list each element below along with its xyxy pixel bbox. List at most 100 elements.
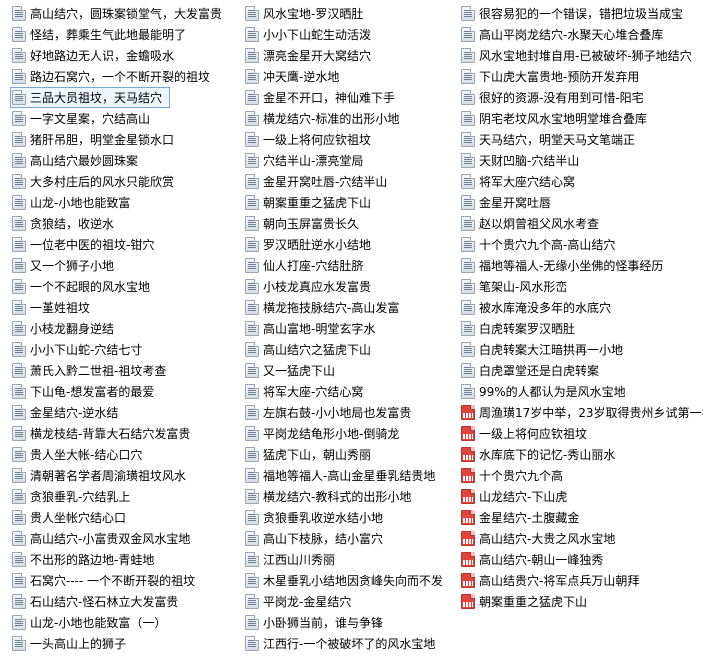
file-name-label: 横龙拖技脉结穴-高山发富: [263, 300, 400, 315]
document-file-item[interactable]: 金星不开口，神仙难下手: [243, 87, 463, 108]
audio-file-item[interactable]: 金星结穴-土腹藏金: [459, 507, 704, 528]
document-file-item[interactable]: 小小下山蛇-穴结七寸: [10, 339, 234, 360]
document-file-item[interactable]: 一位老中医的祖坟-钳穴: [10, 234, 234, 255]
document-file-item[interactable]: 金星开窝吐唇: [459, 192, 704, 213]
document-file-item[interactable]: 风水宝地-罗汉晒肚: [243, 3, 463, 24]
document-file-item[interactable]: 将军大座-穴结心窝: [243, 381, 463, 402]
document-file-item[interactable]: 白虎转案大江暗拱再一小地: [459, 339, 704, 360]
audio-file-item[interactable]: 山龙结穴-下山虎: [459, 486, 704, 507]
document-file-item[interactable]: 又一猛虎下山: [243, 360, 463, 381]
document-file-item[interactable]: 江西山川秀丽: [243, 549, 463, 570]
document-icon: [245, 447, 259, 462]
document-file-item[interactable]: 又一个狮子小地: [10, 255, 234, 276]
document-file-item[interactable]: 漂亮金星开大窝结穴: [243, 45, 463, 66]
document-file-item[interactable]: 很容易犯的一个错误，错把垃圾当成宝: [459, 3, 704, 24]
document-file-item[interactable]: 下山虎大富贵地-预防开发弃用: [459, 66, 704, 87]
audio-file-item[interactable]: 周渔璜17岁中举，23岁取得贵州乡试第一名: [459, 402, 704, 423]
document-file-item[interactable]: 穴结半山-漂亮堂局: [243, 150, 463, 171]
document-file-item[interactable]: 很好的资源-没有用到可惜-阳宅: [459, 87, 704, 108]
document-file-item[interactable]: 一头高山上的狮子: [10, 633, 234, 654]
audio-file-item[interactable]: 一级上将何应钦祖坟: [459, 423, 704, 444]
document-file-item[interactable]: 好地路边无人识，金蟾吸水: [10, 45, 234, 66]
document-file-item[interactable]: 阴宅老坟风水宝地明堂堆合叠库: [459, 108, 704, 129]
document-file-item[interactable]: 高山结穴-小富贵双金风水宝地: [10, 528, 234, 549]
document-file-item[interactable]: 横龙结穴-标准的出形小地: [243, 108, 463, 129]
file-name-label: 大多村庄后的风水只能欣赏: [30, 174, 175, 189]
document-file-item[interactable]: 贵人坐帐穴结心口: [10, 507, 234, 528]
document-file-item[interactable]: 一级上将何应钦祖坟: [243, 129, 463, 150]
file-name-label: 一级上将何应钦祖坟: [263, 132, 372, 147]
document-file-item[interactable]: 朝向玉屏富贵长久: [243, 213, 463, 234]
document-file-item[interactable]: 高山下枝脉，结小富穴: [243, 528, 463, 549]
document-file-item[interactable]: 十个贵穴九个高-高山结穴: [459, 234, 704, 255]
document-file-item[interactable]: 笔架山-风水形峦: [459, 276, 704, 297]
document-file-item[interactable]: 怪结，葬乘生气此地最能明了: [10, 24, 234, 45]
audio-file-item[interactable]: 高山结穴-大贵之风水宝地: [459, 528, 704, 549]
document-file-item[interactable]: 平岗龙-金星结穴: [243, 591, 463, 612]
document-file-item[interactable]: 贪狼结，收逆水: [10, 213, 234, 234]
document-file-item[interactable]: 贵人坐大帐-结心口穴: [10, 444, 234, 465]
document-file-item[interactable]: 罗汉晒肚逆水小结地: [243, 234, 463, 255]
document-file-item[interactable]: 横龙枝结-背靠大石结穴发富贵: [10, 423, 234, 444]
document-file-item[interactable]: 下山龟-想发富者的最爱: [10, 381, 234, 402]
document-file-item[interactable]: 猪肝吊胆，明堂金星锁水口: [10, 129, 234, 150]
audio-file-item[interactable]: 高山结贵穴-将军点兵万山朝拜: [459, 570, 704, 591]
file-name-label: 朝案重重之猛虎下山: [263, 195, 372, 210]
document-file-item[interactable]: 高山平岗龙结穴-水聚天心堆合叠库: [459, 24, 704, 45]
audio-file-item[interactable]: 朝案重重之猛虎下山: [459, 591, 704, 612]
document-file-item[interactable]: 不出形的路边地-青蛙地: [10, 549, 234, 570]
document-file-item[interactable]: 金星结穴-逆水结: [10, 402, 234, 423]
document-file-item[interactable]: 小枝龙真应水发富贵: [243, 276, 463, 297]
document-file-item[interactable]: 小小下山蛇生动活泼: [243, 24, 463, 45]
document-file-item[interactable]: 仙人打座-穴结肚脐: [243, 255, 463, 276]
document-file-item[interactable]: 三品大员祖坟，天马结穴: [10, 87, 170, 108]
document-file-item[interactable]: 山龙-小地也能致富: [10, 192, 234, 213]
document-file-item[interactable]: 贪狼垂乳-穴结乳上: [10, 486, 234, 507]
document-file-item[interactable]: 被水库淹没多年的水底穴: [459, 297, 704, 318]
document-file-item[interactable]: 石窝穴---- 一个不断开裂的祖坟: [10, 570, 234, 591]
file-name-label: 横龙结穴-教科式的出形小地: [263, 489, 412, 504]
document-file-item[interactable]: 高山结穴之猛虎下山: [243, 339, 463, 360]
file-name-label: 左旗右鼓-小小地局也发富贵: [263, 405, 412, 420]
document-file-item[interactable]: 横龙拖技脉结穴-高山发富: [243, 297, 463, 318]
document-file-item[interactable]: 高山结穴最妙圆珠案: [10, 150, 234, 171]
document-file-item[interactable]: 萧氏入黔二世祖-祖坟考查: [10, 360, 234, 381]
document-file-item[interactable]: 江西行-一个被破坏了的风水宝地: [243, 633, 463, 654]
document-file-item[interactable]: 平岗龙结龟形小地-倒骑龙: [243, 423, 463, 444]
document-file-item[interactable]: 猛虎下山，朝山秀丽: [243, 444, 463, 465]
document-file-item[interactable]: 赵以炯曾祖父风水考查: [459, 213, 704, 234]
document-icon: [12, 468, 26, 483]
file-name-label: 猪肝吊胆，明堂金星锁水口: [30, 132, 175, 147]
document-file-item[interactable]: 路边石窝穴，一个不断开裂的祖坟: [10, 66, 234, 87]
document-file-item[interactable]: 山龙-小地也能致富（一）: [10, 612, 234, 633]
document-file-item[interactable]: 金星开窝吐唇-穴结半山: [243, 171, 463, 192]
document-file-item[interactable]: 朝案重重之猛虎下山: [243, 192, 463, 213]
document-file-item[interactable]: 白虎转案罗汉晒肚: [459, 318, 704, 339]
document-file-item[interactable]: 白虎罩堂还是白虎转案: [459, 360, 704, 381]
document-file-item[interactable]: 贪狼垂乳收逆水结小地: [243, 507, 463, 528]
document-file-item[interactable]: 高山结穴，圆珠案锁堂气，大发富贵: [10, 3, 234, 24]
audio-file-item[interactable]: 十个贵穴九个高: [459, 465, 704, 486]
document-file-item[interactable]: 左旗右鼓-小小地局也发富贵: [243, 402, 463, 423]
document-file-item[interactable]: 一字文星案，穴结高山: [10, 108, 234, 129]
document-file-item[interactable]: 高山富地-明堂玄字水: [243, 318, 463, 339]
document-file-item[interactable]: 一堇姓祖坟: [10, 297, 234, 318]
document-file-item[interactable]: 清朝著名学者周渝璜祖坟风水: [10, 465, 234, 486]
document-file-item[interactable]: 99%的人都认为是风水宝地: [459, 381, 704, 402]
document-file-item[interactable]: 横龙结穴-教科式的出形小地: [243, 486, 463, 507]
document-file-item[interactable]: 小枝龙翻身逆结: [10, 318, 234, 339]
audio-file-item[interactable]: 水库底下的记忆-秀山丽水: [459, 444, 704, 465]
document-file-item[interactable]: 大多村庄后的风水只能欣赏: [10, 171, 234, 192]
document-file-item[interactable]: 冲天鹰-逆水地: [243, 66, 463, 87]
document-file-item[interactable]: 天马结穴，明堂天马文笔端正: [459, 129, 704, 150]
document-file-item[interactable]: 福地等福人-高山金星垂乳结贵地: [243, 465, 463, 486]
document-file-item[interactable]: 福地等福人-无缘小坐佛的怪事经历: [459, 255, 704, 276]
document-file-item[interactable]: 风水宝地封堆自用-已被破坏-狮子地结穴: [459, 45, 704, 66]
document-file-item[interactable]: 一个不起眼的风水宝地: [10, 276, 234, 297]
document-file-item[interactable]: 将军大座穴结心窝: [459, 171, 704, 192]
document-file-item[interactable]: 木星垂乳小结地因贪峰失向而不发: [243, 570, 463, 591]
document-file-item[interactable]: 天财凹脑-穴结半山: [459, 150, 704, 171]
document-file-item[interactable]: 石山结穴-怪石林立大发富贵: [10, 591, 234, 612]
document-file-item[interactable]: 小卧狮当前，谁与争锋: [243, 612, 463, 633]
audio-file-item[interactable]: 高山结穴-朝山一峰独秀: [459, 549, 704, 570]
